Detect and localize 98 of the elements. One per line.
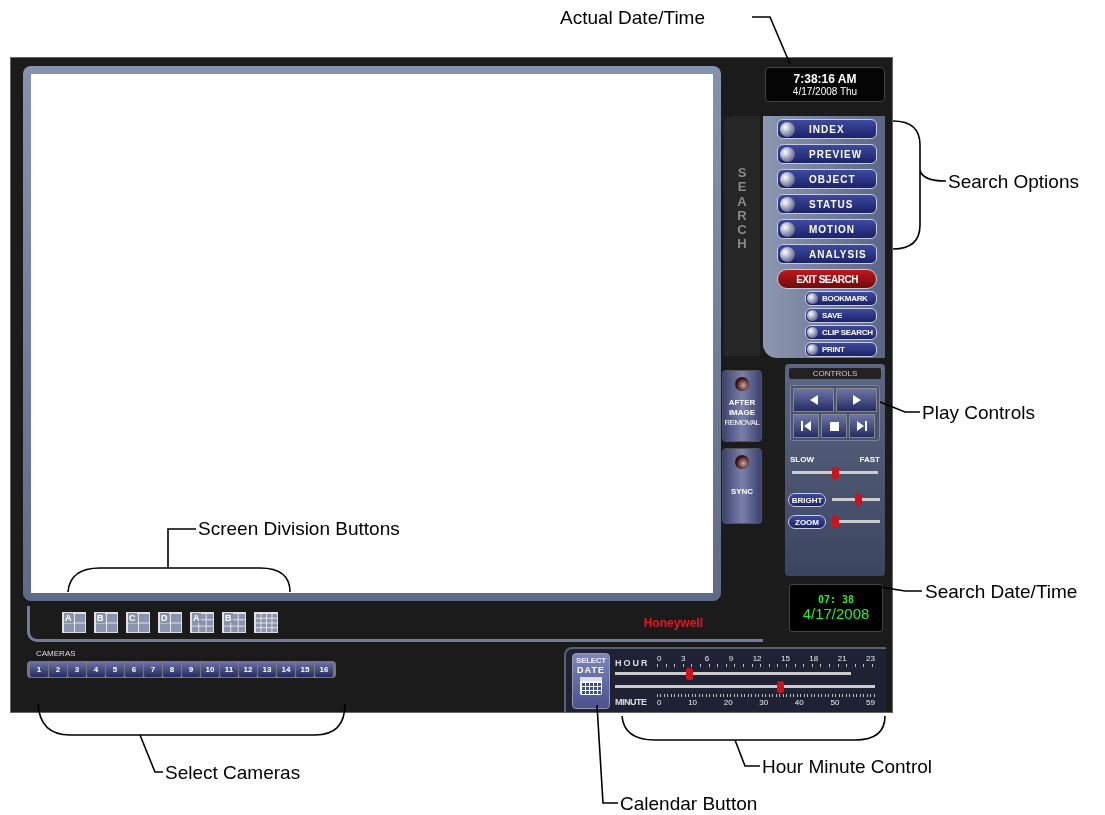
select-date-button[interactable]: SELECT DATE — [572, 652, 610, 709]
search-option-button[interactable]: ANALYSIS — [777, 244, 877, 264]
leader-line — [751, 16, 791, 65]
cameras-label: CAMERAS — [36, 649, 77, 658]
calendar-icon — [580, 676, 602, 695]
tick-label: 40 — [794, 698, 804, 707]
lamp-icon — [735, 377, 749, 391]
skip-back-button[interactable] — [793, 414, 819, 438]
camera-button[interactable]: 2 — [49, 662, 67, 677]
side-button[interactable]: AFTER IMAGE REMOVAL — [722, 370, 762, 442]
slider-thumb[interactable] — [686, 668, 693, 680]
orb-icon — [807, 344, 818, 355]
search-action-button[interactable]: CLIP SEARCH — [805, 325, 877, 340]
tick-label: 9 — [728, 654, 734, 663]
hour-label: HOUR — [615, 658, 651, 668]
search-option-button[interactable]: MOTION — [777, 219, 877, 239]
search-date: 4/17/2008 — [802, 605, 870, 622]
callout-label: Search Options — [948, 171, 1079, 193]
tick-label: 3 — [680, 654, 686, 663]
search-option-button[interactable]: PREVIEW — [777, 144, 877, 164]
orb-icon — [780, 221, 795, 237]
orb-icon — [780, 246, 795, 262]
orb-icon — [807, 293, 818, 304]
callout-label: Play Controls — [922, 402, 1035, 424]
bright-button[interactable]: BRIGHT — [788, 493, 826, 507]
orb-icon — [807, 310, 818, 321]
tick-label: 15 — [781, 654, 790, 663]
camera-button[interactable]: 11 — [220, 662, 238, 677]
search-action-button[interactable]: SAVE — [805, 308, 877, 323]
orb-icon — [780, 171, 795, 187]
camera-button[interactable]: 7 — [144, 662, 162, 677]
camera-button[interactable]: 12 — [239, 662, 257, 677]
slider-thumb[interactable] — [831, 467, 839, 479]
stop-icon — [829, 421, 839, 431]
brand-logo: Honeywell — [643, 615, 703, 630]
fast-label: FAST — [859, 455, 880, 464]
play-icon — [851, 395, 862, 405]
slider-thumb[interactable] — [832, 516, 839, 528]
search-action-button[interactable]: BOOKMARK — [805, 291, 877, 306]
camera-button[interactable]: 4 — [87, 662, 105, 677]
tick-label: 21 — [837, 654, 847, 663]
camera-button[interactable]: 10 — [201, 662, 219, 677]
tick-label: 30 — [759, 698, 769, 707]
camera-button[interactable]: 15 — [296, 662, 314, 677]
camera-button[interactable]: 1 — [30, 662, 48, 677]
tick-label: 18 — [809, 654, 819, 663]
skip-forward-button[interactable] — [849, 414, 875, 438]
callout-label: Screen Division Buttons — [198, 518, 400, 540]
tick-label: 23 — [866, 654, 875, 663]
tick-label: 0 — [657, 698, 662, 707]
callout-label: Search Date/Time — [925, 581, 1078, 603]
search-action-button[interactable]: PRINT — [805, 342, 877, 357]
minute-label: MINUTE — [615, 697, 648, 707]
search-option-button[interactable]: INDEX — [777, 119, 877, 139]
slow-label: SLOW — [790, 455, 814, 464]
camera-button[interactable]: 5 — [106, 662, 124, 677]
camera-button[interactable]: 13 — [258, 662, 276, 677]
tick-label: 12 — [752, 654, 762, 663]
tick-label: 20 — [723, 698, 733, 707]
callout-label: Select Cameras — [165, 762, 301, 784]
side-button[interactable]: SYNC — [722, 448, 762, 524]
camera-button[interactable]: 3 — [68, 662, 86, 677]
controls-title: CONTROLS — [789, 368, 881, 379]
camera-button[interactable]: 6 — [125, 662, 143, 677]
skip-back-icon — [801, 421, 811, 431]
clock-date: 4/17/2008 Thu — [792, 86, 858, 97]
reverse-play-button[interactable] — [793, 388, 834, 412]
orb-icon — [780, 196, 795, 212]
search-option-button[interactable]: STATUS — [777, 194, 877, 214]
tick-label: 0 — [657, 654, 662, 663]
play-button[interactable] — [836, 388, 877, 412]
orb-icon — [807, 327, 818, 338]
camera-button[interactable]: 9 — [182, 662, 200, 677]
orb-icon — [780, 146, 795, 162]
search-tab[interactable]: SEARCH — [724, 116, 760, 356]
callout-label: Calendar Button — [620, 793, 758, 815]
clock-time: 7:38:16 AM — [793, 72, 857, 86]
reverse-icon — [808, 395, 819, 405]
tick-label: 59 — [866, 698, 875, 707]
callout-label: Actual Date/Time — [560, 7, 705, 29]
tick-label: 10 — [688, 698, 698, 707]
slider-thumb[interactable] — [854, 494, 862, 506]
search-time: 07: 38 — [817, 594, 855, 605]
camera-button[interactable]: 8 — [163, 662, 181, 677]
tick-label: 50 — [830, 698, 840, 707]
zoom-button[interactable]: ZOOM — [788, 515, 826, 529]
lamp-icon — [735, 455, 749, 469]
slider-thumb[interactable] — [776, 681, 784, 693]
exit-search-button[interactable]: EXIT SEARCH — [777, 269, 877, 289]
camera-button[interactable]: 14 — [277, 662, 295, 677]
leader-line — [879, 401, 921, 413]
search-option-button[interactable]: OBJECT — [777, 169, 877, 189]
orb-icon — [780, 121, 795, 137]
stop-button[interactable] — [821, 414, 847, 438]
tick-label: 6 — [704, 654, 710, 663]
camera-button[interactable]: 16 — [315, 662, 333, 677]
skip-forward-icon — [857, 421, 867, 431]
callout-label: Hour Minute Control — [762, 756, 933, 778]
